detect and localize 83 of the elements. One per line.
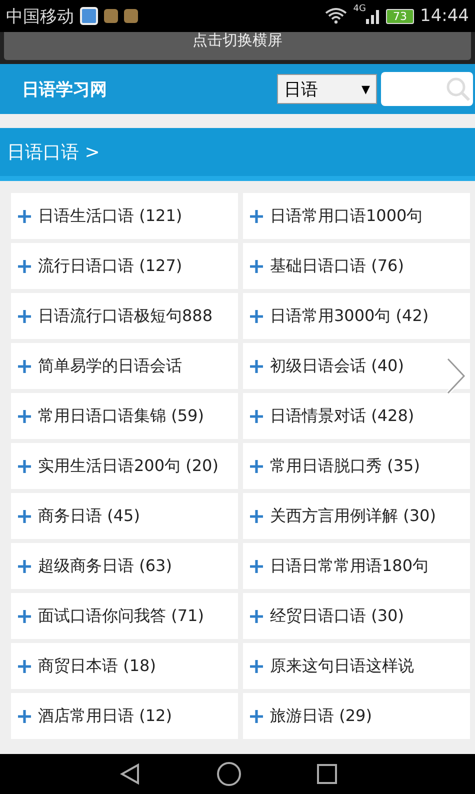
category-label: 关西方言用例详解 (30) <box>270 506 436 526</box>
plus-icon <box>18 510 31 522</box>
category-label: 日语生活口语 (121) <box>38 206 182 226</box>
category-label: 旅游日语 (29) <box>270 706 372 726</box>
network-type: 4G <box>353 4 366 14</box>
category-label: 超级商务日语 (63) <box>38 556 172 576</box>
category-link[interactable]: 日语生活口语 (121) <box>11 193 238 239</box>
category-label: 商务日语 (45) <box>38 506 140 526</box>
category-label: 日语日常常用语180句 <box>270 556 429 576</box>
plus-icon <box>250 260 263 272</box>
carrier-name: 中国移动 <box>6 6 74 28</box>
category-link[interactable]: 日语常用3000句 (42) <box>243 293 470 339</box>
category-link[interactable]: 旅游日语 (29) <box>243 693 470 739</box>
category-label: 日语常用口语1000句 <box>270 206 423 226</box>
category-label: 实用生活日语200句 (20) <box>38 456 218 476</box>
app-notification-icon <box>80 7 98 25</box>
category-link[interactable]: 超级商务日语 (63) <box>11 543 238 589</box>
category-label: 初级日语会话 (40) <box>270 356 404 376</box>
plus-icon <box>18 710 31 722</box>
category-link[interactable]: 日语流行口语极短句888 <box>11 293 238 339</box>
plus-icon <box>250 310 263 322</box>
plus-icon <box>18 260 31 272</box>
plus-icon <box>250 610 263 622</box>
plus-icon <box>18 610 31 622</box>
plus-icon <box>250 460 263 472</box>
wifi-icon <box>325 8 348 24</box>
category-label: 日语流行口语极短句888 <box>38 306 213 326</box>
plus-icon <box>250 710 263 722</box>
category-label: 日语常用3000句 (42) <box>270 306 429 326</box>
category-link[interactable]: 日语常用口语1000句 <box>243 193 470 239</box>
category-link[interactable]: 流行日语口语 (127) <box>11 243 238 289</box>
category-link[interactable]: 基础日语口语 (76) <box>243 243 470 289</box>
back-icon[interactable] <box>118 762 142 786</box>
plus-icon <box>18 360 31 372</box>
category-link[interactable]: 实用生活日语200句 (20) <box>11 443 238 489</box>
category-link[interactable]: 日语情景对话 (428) <box>243 393 470 439</box>
category-link[interactable]: 常用日语口语集锦 (59) <box>11 393 238 439</box>
category-label: 基础日语口语 (76) <box>270 256 404 276</box>
category-label: 面试口语你问我答 (71) <box>38 606 204 626</box>
plus-icon <box>250 410 263 422</box>
category-link[interactable]: 常用日语脱口秀 (35) <box>243 443 470 489</box>
image-notification-icon <box>124 9 138 23</box>
plus-icon <box>18 310 31 322</box>
plus-icon <box>250 560 263 572</box>
plus-icon <box>18 560 31 572</box>
category-link[interactable]: 关西方言用例详解 (30) <box>243 493 470 539</box>
category-link[interactable]: 简单易学的日语会话 <box>11 343 238 389</box>
category-label: 常用日语口语集锦 (59) <box>38 406 204 426</box>
category-link[interactable]: 日语日常常用语180句 <box>243 543 470 589</box>
category-link[interactable]: 经贸日语口语 (30) <box>243 593 470 639</box>
recents-icon[interactable] <box>316 763 338 785</box>
plus-icon <box>250 510 263 522</box>
chevron-right-icon[interactable] <box>445 356 467 396</box>
category-link[interactable]: 面试口语你问我答 (71) <box>11 593 238 639</box>
category-link[interactable]: 商务日语 (45) <box>11 493 238 539</box>
plus-icon <box>18 210 31 222</box>
landscape-toggle-button[interactable]: 点击切换横屏 <box>4 32 471 60</box>
plus-icon <box>250 660 263 672</box>
home-icon[interactable] <box>216 761 242 787</box>
category-label: 酒店常用日语 (12) <box>38 706 172 726</box>
category-label: 流行日语口语 (127) <box>38 256 182 276</box>
plus-icon <box>18 460 31 472</box>
plus-icon <box>18 660 31 672</box>
clock: 14:44 <box>420 6 469 26</box>
category-label: 常用日语脱口秀 (35) <box>270 456 420 476</box>
app-notification-icon <box>104 9 118 23</box>
category-link[interactable]: 酒店常用日语 (12) <box>11 693 238 739</box>
plus-icon <box>250 360 263 372</box>
plus-icon <box>18 410 31 422</box>
category-label: 日语情景对话 (428) <box>270 406 414 426</box>
category-label: 简单易学的日语会话 <box>38 356 182 376</box>
category-label: 商贸日本语 (18) <box>38 656 156 676</box>
category-link[interactable]: 商贸日本语 (18) <box>11 643 238 689</box>
category-label: 经贸日语口语 (30) <box>270 606 404 626</box>
plus-icon <box>250 210 263 222</box>
category-link[interactable]: 初级日语会话 (40) <box>243 343 470 389</box>
battery-indicator: 73 <box>386 8 414 24</box>
language-select[interactable]: 日语 ▼ <box>277 74 377 104</box>
signal-icon <box>366 8 380 24</box>
category-label: 原来这句日语这样说 <box>270 656 414 676</box>
search-field[interactable] <box>381 72 473 106</box>
category-link[interactable]: 原来这句日语这样说 <box>243 643 470 689</box>
site-title: 日语学习网 <box>22 78 107 100</box>
